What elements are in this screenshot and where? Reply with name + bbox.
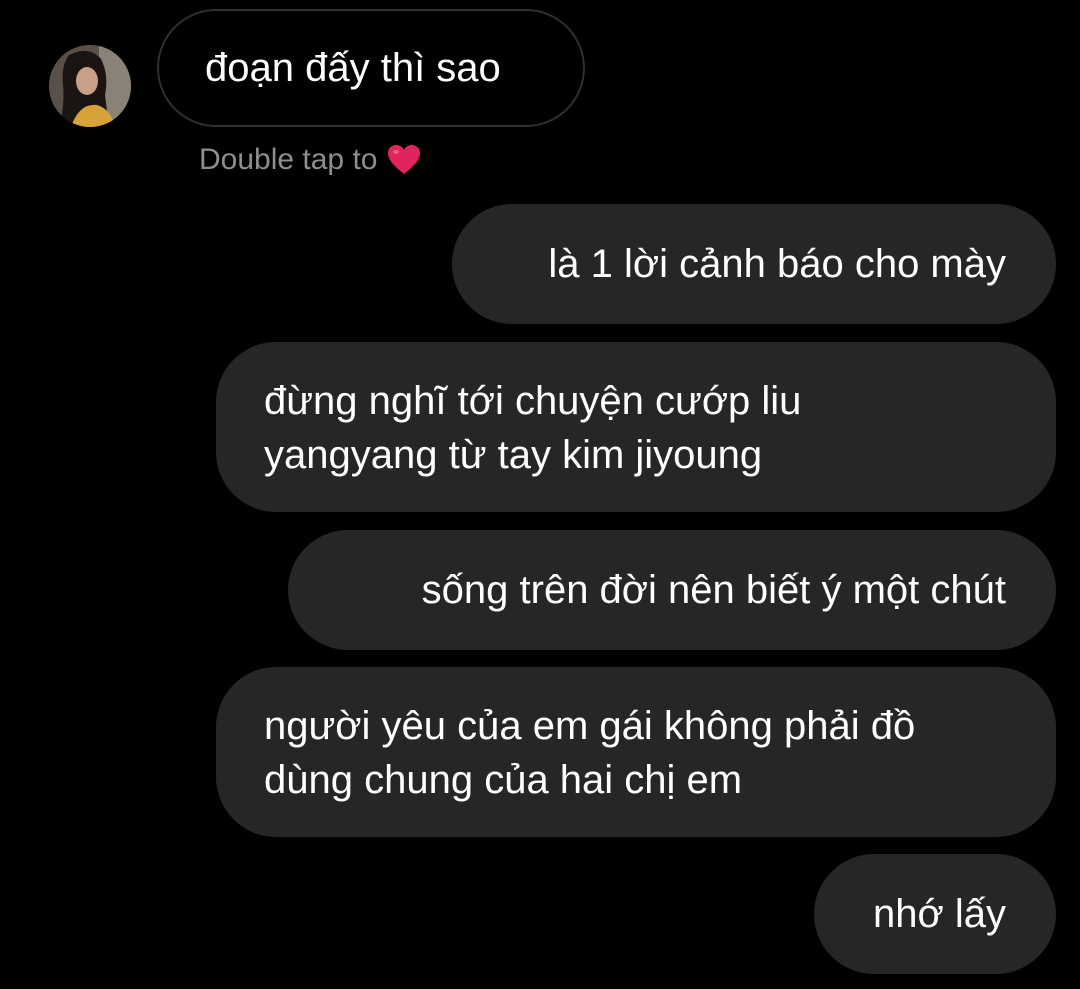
avatar-photo	[49, 45, 131, 127]
incoming-message-bubble[interactable]: đoạn đấy thì sao	[157, 9, 585, 127]
message-text-line: người yêu của em gái không phải đồ	[264, 704, 916, 748]
message-text: nhớ lấy	[873, 892, 1006, 936]
message-text: sống trên đời nên biết ý một chút	[421, 568, 1006, 612]
outgoing-message-bubble[interactable]: sống trên đời nên biết ý một chút	[288, 530, 1056, 650]
message-text: là 1 lời cảnh báo cho mày	[548, 242, 1006, 286]
sender-avatar[interactable]	[49, 45, 131, 127]
outgoing-message-bubble[interactable]: là 1 lời cảnh báo cho mày	[452, 204, 1056, 324]
outgoing-message-bubble[interactable]: đừng nghĩ tới chuyện cướp liu yangyang t…	[216, 342, 1056, 512]
red-heart-icon	[387, 144, 421, 176]
message-text-line: dùng chung của hai chị em	[264, 758, 743, 802]
outgoing-message-bubble[interactable]: nhớ lấy	[814, 854, 1056, 974]
outgoing-message-bubble[interactable]: người yêu của em gái không phải đồ dùng …	[216, 667, 1056, 837]
message-text-line: yangyang từ tay kim jiyoung	[264, 433, 763, 477]
double-tap-hint: Double tap to	[199, 140, 421, 180]
message-text-line: đừng nghĩ tới chuyện cướp liu	[264, 379, 802, 423]
message-text: đoạn đấy thì sao	[205, 45, 501, 90]
hint-text: Double tap to	[199, 143, 378, 176]
